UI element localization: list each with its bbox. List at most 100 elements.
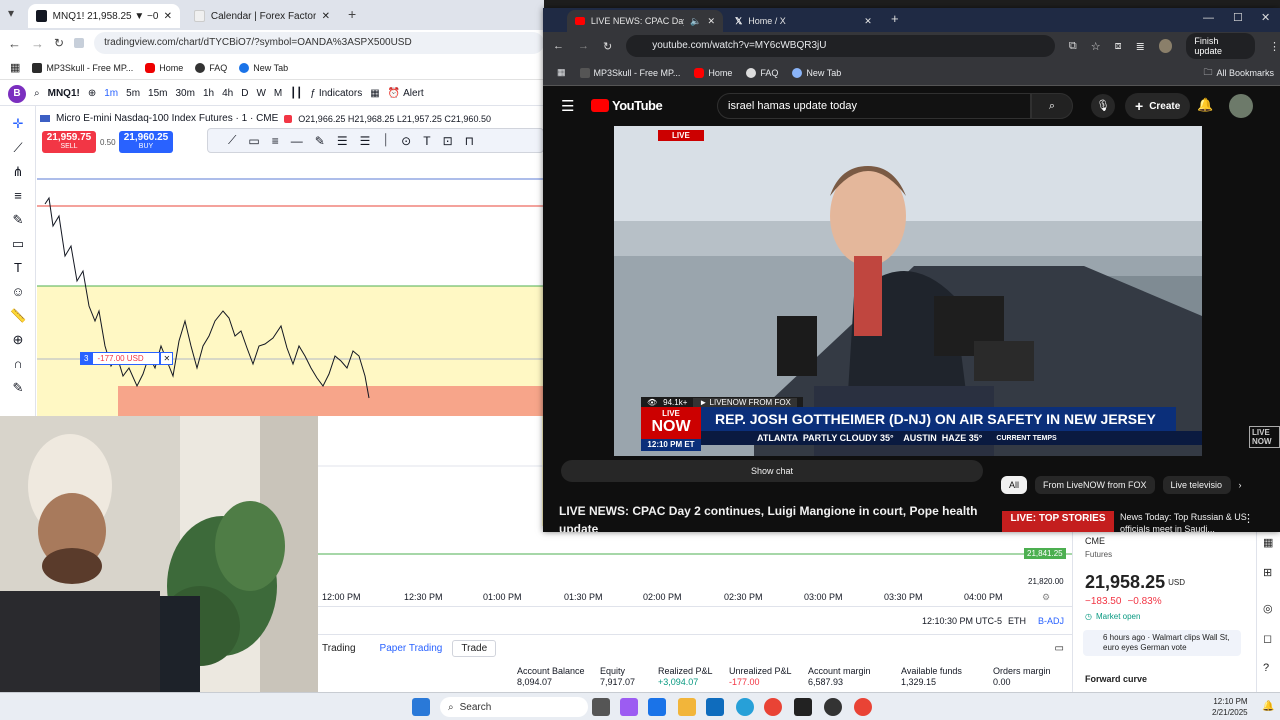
add-symbol-icon[interactable]: ⊕ <box>88 88 96 99</box>
alert-button[interactable]: ⏰ Alert <box>388 88 424 99</box>
url-field[interactable]: youtube.com/watch?v=MY6cWBQR3jU <box>626 35 1055 57</box>
lines-tool-icon[interactable]: ≡ <box>272 134 279 148</box>
tab-search-icon[interactable]: ▾ <box>8 6 14 20</box>
filter-livenow[interactable]: From LiveNOW from FOX <box>1035 476 1155 494</box>
interval-15m[interactable]: 15m <box>148 88 167 99</box>
windows-start-icon[interactable] <box>412 698 430 716</box>
line-tool-icon[interactable]: ⟋ <box>228 133 236 148</box>
finish-update-button[interactable]: Finish update <box>1186 33 1255 59</box>
filter-live-tv[interactable]: Live televisio <box>1162 476 1231 494</box>
chrome-icon[interactable] <box>764 698 782 716</box>
task-view-icon[interactable] <box>592 698 610 716</box>
adjustment-button[interactable]: B-ADJ <box>1038 616 1064 626</box>
video-player[interactable]: LIVE 👁 94.1k+ ► LIVENOW FROM FOX LIVE NO… <box>614 126 1202 456</box>
tab-paper-trading[interactable]: Paper Trading <box>380 643 443 654</box>
recommended-title[interactable]: News Today: Top Russian & US officials m… <box>1120 511 1250 532</box>
search-button[interactable]: ⌕ <box>1031 93 1073 119</box>
close-icon[interactable]: ✕ <box>164 11 172 22</box>
bookmark-star-icon[interactable]: ☆ <box>1091 40 1101 53</box>
tab-forexfactory[interactable]: Calendar | Forex Factory ✕ <box>186 4 338 28</box>
help-icon[interactable]: ? <box>1263 662 1269 674</box>
app-icon[interactable] <box>794 698 812 716</box>
extensions-icon[interactable]: ⧈ <box>1115 40 1122 53</box>
measure-tool-icon[interactable]: ⊡ <box>443 134 453 148</box>
trade-button[interactable]: Trade <box>452 640 497 657</box>
ideas-icon[interactable]: ◎ <box>1263 602 1273 615</box>
interval-d[interactable]: D <box>241 88 248 99</box>
new-tab-icon[interactable]: + <box>891 11 899 26</box>
url-field[interactable]: tradingview.com/chart/dTYCBiO7/?symbol=O… <box>94 32 544 54</box>
chevron-right-icon[interactable]: › <box>1239 480 1242 490</box>
forward-curve-link[interactable]: Forward curve <box>1085 674 1147 684</box>
position-label[interactable]: 3 -177.00 USD ✕ <box>80 352 174 365</box>
close-icon[interactable]: ✕ <box>322 11 330 22</box>
avatar[interactable]: B <box>8 84 26 103</box>
bookmark-mp3skull[interactable]: MP3Skull - Free MP... <box>579 67 680 78</box>
chrome-icon[interactable] <box>854 698 872 716</box>
apps-icon[interactable]: ▦ <box>10 61 20 74</box>
reload-icon[interactable]: ↻ <box>603 40 612 53</box>
time-axis[interactable]: 12:00 PM 12:30 PM 01:00 PM 01:30 PM 02:0… <box>318 588 1072 606</box>
search-input[interactable]: israel hamas update today <box>717 93 1031 119</box>
forward-icon[interactable]: → <box>31 36 44 51</box>
new-tab-icon[interactable]: + <box>348 6 356 22</box>
interval-5m[interactable]: 5m <box>126 88 140 99</box>
obs-icon[interactable] <box>824 698 842 716</box>
lock-icon[interactable]: ✎ <box>10 380 26 396</box>
tab-x-home[interactable]: 𝕏 Home / X ✕ <box>727 10 881 32</box>
layout-icon[interactable]: ▦ <box>370 88 379 99</box>
brush-icon[interactable]: ✎ <box>10 212 26 228</box>
chart-clock[interactable]: 12:10:30 PM UTC-5 <box>922 616 1002 626</box>
text-tool-icon[interactable]: T <box>423 134 430 148</box>
bookmark-faq[interactable]: FAQ <box>746 67 778 78</box>
tab-youtube[interactable]: LIVE NEWS: CPAC Day 2 co... 🔈 ✕ <box>567 10 723 32</box>
chat-icon[interactable]: ◻ <box>1263 632 1272 645</box>
tab-trading[interactable]: Trading <box>322 643 356 654</box>
bookmark-mp3skull[interactable]: MP3Skull - Free MP... <box>32 62 133 73</box>
copilot-icon[interactable] <box>620 698 638 716</box>
avatar[interactable] <box>1229 94 1253 118</box>
more-options-icon[interactable]: ⋮ <box>1243 512 1254 525</box>
bookmark-home[interactable]: Home <box>145 62 183 73</box>
candles-icon[interactable]: ┃┃ <box>290 88 302 99</box>
interval-1h[interactable]: 1h <box>203 88 214 99</box>
pen-tool-icon[interactable]: ✎ <box>315 134 325 148</box>
instrument-title[interactable]: Micro E-mini Nasdaq-100 Index Futures · … <box>56 113 278 124</box>
edge-icon[interactable] <box>736 698 754 716</box>
apps-icon[interactable]: ▦ <box>557 67 566 78</box>
close-icon[interactable]: ✕ <box>864 16 872 27</box>
profile-avatar[interactable] <box>1158 39 1173 53</box>
lock-tool-icon[interactable]: ⊓ <box>465 134 474 148</box>
fib-icon[interactable]: ≡ <box>10 188 26 204</box>
youtube-logo[interactable]: YouTube <box>591 98 663 113</box>
back-icon[interactable]: ← <box>553 40 564 52</box>
reload-icon[interactable]: ↻ <box>54 36 64 50</box>
notification-icon[interactable]: 🔔 <box>1262 701 1274 712</box>
hotlist-icon[interactable]: ⊞ <box>1263 566 1272 579</box>
search-icon[interactable]: ⌕ <box>34 88 40 99</box>
menu-icon[interactable]: ⋮ <box>1269 40 1280 53</box>
news-item[interactable]: 6 hours ago · Walmart clips Wall St, eur… <box>1083 630 1241 656</box>
calendar-icon[interactable]: ▦ <box>1263 536 1273 549</box>
minimize-icon[interactable]: — <box>1203 12 1214 24</box>
cast-icon[interactable]: ⧉ <box>1069 40 1077 53</box>
filter-all[interactable]: All <box>1001 476 1028 494</box>
bookmark-newtab[interactable]: New Tab <box>792 67 841 78</box>
outlook-icon[interactable] <box>706 698 724 716</box>
buy-button[interactable]: 21,960.25 BUY <box>119 131 173 153</box>
microphone-icon[interactable]: 🎙 <box>1091 94 1115 118</box>
back-icon[interactable]: ← <box>8 36 21 51</box>
zoom-icon[interactable]: ⊕ <box>10 332 26 348</box>
hamburger-icon[interactable]: ☰ <box>561 97 574 115</box>
store-icon[interactable] <box>648 698 666 716</box>
session-button[interactable]: ETH <box>1008 616 1026 626</box>
forward-icon[interactable]: → <box>578 40 589 52</box>
list2-tool-icon[interactable]: ☰ <box>360 134 371 148</box>
close-icon[interactable]: ✕ <box>707 16 715 27</box>
recommended-thumbnail[interactable]: LIVE: TOP STORIES <box>1002 511 1114 532</box>
all-bookmarks[interactable]: 🗀 All Bookmarks <box>1203 65 1274 81</box>
bell-icon[interactable]: 🔔 <box>1197 97 1213 113</box>
file-explorer-icon[interactable] <box>678 698 696 716</box>
shapes-icon[interactable]: ▭ <box>10 236 26 252</box>
ruler-icon[interactable]: 📏 <box>10 308 26 324</box>
